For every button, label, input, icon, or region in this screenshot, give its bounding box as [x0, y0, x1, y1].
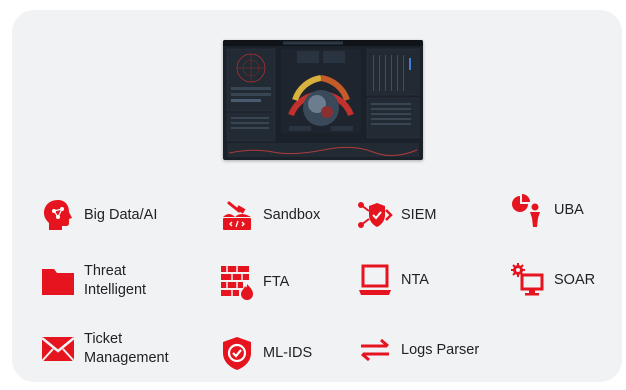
security-dashboard-screenshot [223, 40, 423, 160]
feature-label: Ticket Management [84, 331, 169, 366]
feature-label: Sandbox [263, 206, 321, 223]
sandbox-box-icon [219, 197, 255, 233]
gear-monitor-icon [510, 262, 546, 298]
feature-label: FTA [263, 273, 290, 290]
envelope-icon [40, 331, 76, 367]
feature-sandbox: Sandbox [219, 197, 320, 233]
shield-check-icon [219, 335, 255, 371]
feature-label: Threat Intelligent [84, 263, 147, 298]
firewall-icon [219, 264, 255, 300]
feature-big-data: Big Data/AI [40, 197, 157, 233]
feature-label: SOAR [554, 271, 596, 288]
feature-label: SIEM [401, 206, 437, 223]
feature-label: NTA [401, 271, 429, 288]
shield-network-icon [357, 197, 393, 233]
feature-nta: NTA [357, 262, 429, 298]
feature-logs-parser: Logs Parser [357, 332, 479, 368]
feature-fta: FTA [219, 264, 289, 300]
feature-label: ML-IDS [263, 344, 313, 361]
feature-label: Big Data/AI [84, 206, 158, 223]
brain-head-icon [40, 197, 76, 233]
feature-ml-ids: ML-IDS [219, 335, 312, 371]
feature-siem: SIEM [357, 197, 436, 233]
user-chart-icon [510, 192, 546, 228]
feature-threat-intelligent: Threat Intelligent [40, 262, 146, 300]
feature-label: UBA [554, 201, 584, 218]
arrows-exchange-icon [357, 332, 393, 368]
feature-uba: UBA [510, 192, 584, 228]
feature-ticket-management: Ticket Management [40, 330, 169, 368]
folder-icon [40, 263, 76, 299]
feature-soar: SOAR [510, 262, 595, 298]
feature-label: Logs Parser [401, 341, 480, 358]
laptop-icon [357, 262, 393, 298]
